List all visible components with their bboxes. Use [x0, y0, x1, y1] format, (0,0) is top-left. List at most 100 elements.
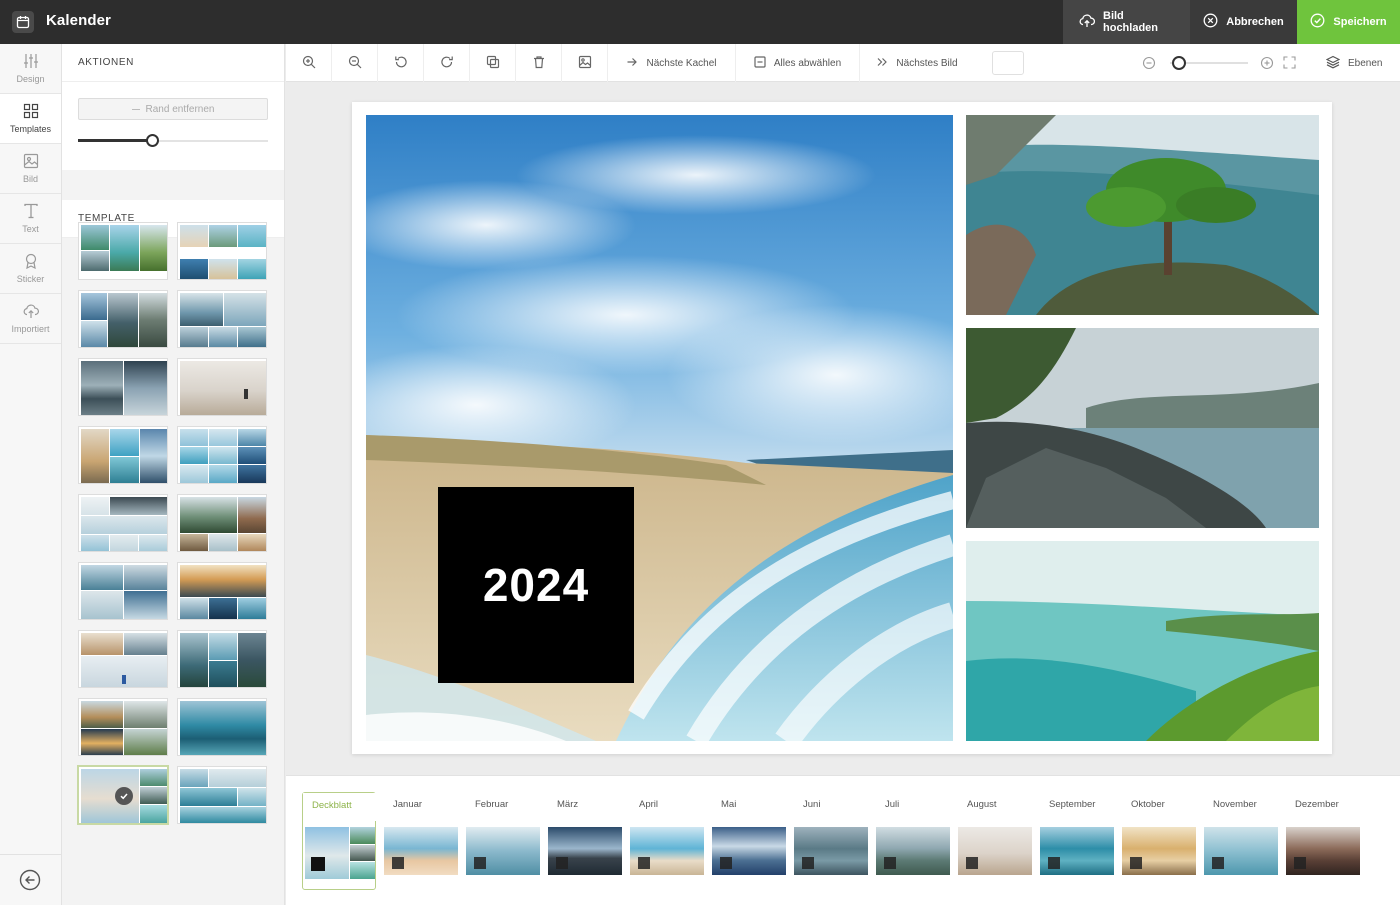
top-bar: Kalender Bild hochladen Abbrechen Speich…	[0, 0, 1400, 44]
thumb-side-photo	[350, 827, 375, 844]
template-thumbnail[interactable]	[177, 630, 267, 688]
page-thumb-november[interactable]: November	[1204, 792, 1278, 890]
delete-button[interactable]	[516, 44, 562, 82]
thumb-label-box	[1048, 857, 1060, 869]
thumb-year-box	[311, 857, 325, 871]
page-thumb-image	[876, 827, 950, 875]
thumb-label-box	[802, 857, 814, 869]
border-slider[interactable]	[78, 134, 268, 148]
page-thumb-mai[interactable]: Mai	[712, 792, 786, 890]
text-icon	[23, 203, 39, 221]
page-thumb-deckblatt[interactable]: Deckblatt	[302, 792, 377, 890]
trash-icon	[532, 55, 546, 72]
cloud-upload-icon	[23, 304, 39, 321]
rail-item-sticker[interactable]: Sticker	[0, 244, 61, 294]
rail-item-imported[interactable]: Importiert	[0, 294, 61, 344]
rotate-left-button[interactable]	[378, 44, 424, 82]
template-thumbnail[interactable]	[78, 358, 168, 416]
image-icon	[578, 55, 592, 72]
upload-image-button[interactable]: Bild hochladen	[1063, 0, 1190, 44]
side-photo-green-coast[interactable]	[966, 541, 1319, 741]
next-tile-button[interactable]: Nächste Kachel	[608, 44, 736, 82]
page-label: Mai	[712, 792, 786, 820]
page-thumb-juni[interactable]: Juni	[794, 792, 868, 890]
page-thumb-august[interactable]: August	[958, 792, 1032, 890]
rotate-right-icon	[440, 55, 454, 72]
zoom-plus-icon[interactable]	[1260, 56, 1274, 75]
template-thumbnail[interactable]	[177, 494, 267, 552]
template-thumbnail[interactable]	[78, 562, 168, 620]
template-thumbnail[interactable]	[177, 290, 267, 348]
grid-icon	[23, 103, 39, 121]
color-picker-swatch[interactable]	[992, 51, 1024, 75]
duplicate-button[interactable]	[470, 44, 516, 82]
rail-item-image[interactable]: Bild	[0, 144, 61, 194]
thumb-label-box	[1212, 857, 1224, 869]
checkmark-icon	[115, 787, 133, 805]
rotate-right-button[interactable]	[424, 44, 470, 82]
template-thumbnail[interactable]	[78, 630, 168, 688]
page-thumb-maerz[interactable]: März	[548, 792, 622, 890]
zoom-minus-icon[interactable]	[1142, 56, 1156, 75]
replace-image-button[interactable]	[562, 44, 608, 82]
next-image-button[interactable]: Nächstes Bild	[860, 44, 974, 82]
template-thumbnail[interactable]	[177, 562, 267, 620]
page-thumb-image	[1122, 827, 1196, 875]
zoom-out-button[interactable]	[332, 44, 378, 82]
save-button[interactable]: Speichern	[1297, 0, 1400, 44]
border-slider-handle[interactable]	[146, 134, 159, 147]
page-label: November	[1204, 792, 1278, 820]
upload-image-label: Bild hochladen	[1103, 10, 1159, 34]
template-thumbnail[interactable]	[177, 698, 267, 756]
page-filmstrip: Deckblatt Januar Februar März April Mai …	[286, 775, 1400, 905]
next-image-label: Nächstes Bild	[896, 57, 958, 69]
cancel-label: Abbrechen	[1226, 16, 1284, 28]
page-thumb-april[interactable]: April	[630, 792, 704, 890]
rail-divider	[0, 854, 62, 855]
page-thumb-oktober[interactable]: Oktober	[1122, 792, 1196, 890]
side-photo-tree[interactable]	[966, 115, 1319, 315]
page-thumb-februar[interactable]: Februar	[466, 792, 540, 890]
template-thumbnail[interactable]	[78, 222, 168, 280]
page-thumb-juli[interactable]: Juli	[876, 792, 950, 890]
side-photo-rocks[interactable]	[966, 328, 1319, 528]
rotate-left-icon	[394, 55, 408, 72]
page-thumb-image	[548, 827, 622, 875]
template-thumbnail[interactable]	[177, 766, 267, 824]
page-thumb-dezember[interactable]: Dezember	[1286, 792, 1360, 890]
year-label-box[interactable]: 2024	[438, 487, 634, 683]
zoom-slider-handle[interactable]	[1172, 56, 1186, 70]
rail-item-text[interactable]: Text	[0, 194, 61, 244]
rail-item-templates[interactable]: Templates	[0, 94, 61, 144]
main-photo-beach[interactable]: 2024	[366, 115, 953, 741]
cloud-upload-icon	[1079, 13, 1096, 31]
template-thumbnail[interactable]	[78, 426, 168, 484]
green-coast-image	[966, 541, 1319, 741]
thumb-label-box	[1294, 857, 1306, 869]
remove-border-button[interactable]: Rand entfernen	[78, 98, 268, 120]
layers-button[interactable]: Ebenen	[1325, 44, 1383, 82]
thumb-label-box	[720, 857, 732, 869]
template-thumbnail[interactable]	[177, 426, 267, 484]
thumb-side-photo	[350, 862, 375, 879]
fullscreen-icon[interactable]	[1283, 56, 1296, 74]
template-thumbnail[interactable]	[78, 494, 168, 552]
template-thumbnail[interactable]	[78, 698, 168, 756]
back-arrow-icon[interactable]	[19, 869, 41, 891]
save-label: Speichern	[1333, 16, 1387, 28]
rail-item-design[interactable]: Design	[0, 44, 61, 94]
template-thumbnail[interactable]	[177, 222, 267, 280]
page-thumb-januar[interactable]: Januar	[384, 792, 458, 890]
page-thumb-image	[1286, 827, 1360, 875]
template-thumbnail[interactable]	[78, 290, 168, 348]
template-thumbnail[interactable]	[177, 358, 267, 416]
cancel-button[interactable]: Abbrechen	[1190, 0, 1297, 44]
template-thumbnail-selected[interactable]	[78, 766, 168, 824]
zoom-in-button[interactable]	[286, 44, 332, 82]
page-label: Oktober	[1122, 792, 1196, 820]
deselect-all-button[interactable]: Alles abwählen	[736, 44, 860, 82]
layers-label: Ebenen	[1348, 57, 1383, 69]
award-icon	[23, 253, 39, 271]
rail-label-sticker: Sticker	[16, 274, 45, 284]
page-thumb-september[interactable]: September	[1040, 792, 1114, 890]
